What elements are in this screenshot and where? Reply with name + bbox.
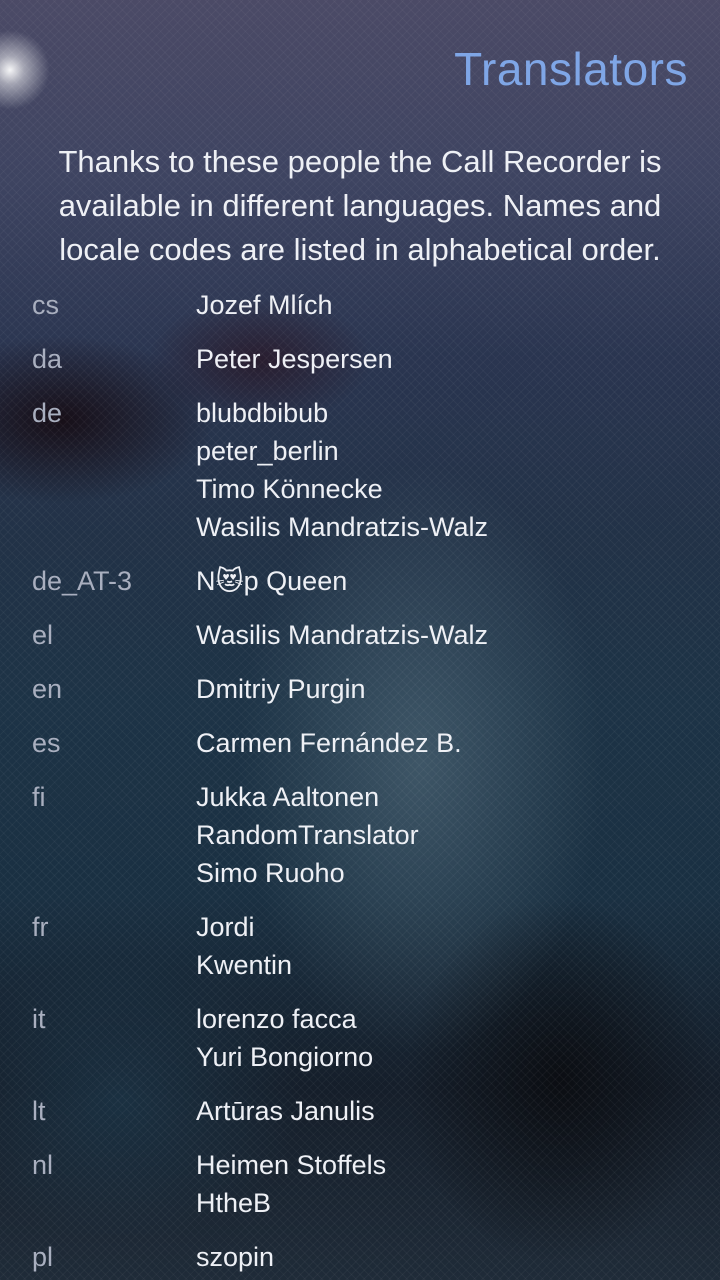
translator-name: Carmen Fernández B. xyxy=(196,728,462,758)
translator-row-pl: pl szopin xyxy=(0,1238,720,1280)
locale-code: lt xyxy=(32,1096,46,1126)
translator-name: Kwentin xyxy=(196,950,293,980)
translator-name: Artūras Janulis xyxy=(196,1096,375,1126)
locale-code: nl xyxy=(32,1150,54,1180)
translator-name: HtheB xyxy=(196,1188,272,1218)
locale-code: cs xyxy=(32,290,59,320)
translators-page[interactable]: Translators Thanks to these people the C… xyxy=(0,0,720,1280)
translator-row-el: el Wasilis Mandratzis-Walz xyxy=(0,616,720,670)
translator-row-it: it lorenzo facca Yuri Bongiorno xyxy=(0,1000,720,1092)
translator-name: Jukka Aaltonen xyxy=(196,782,380,812)
translator-name: peter_berlin xyxy=(196,436,339,466)
translator-name: Timo Könnecke xyxy=(196,474,383,504)
translator-name: Jozef Mlích xyxy=(196,290,333,320)
locale-code: de_AT-3 xyxy=(32,566,133,596)
translator-name: Yuri Bongiorno xyxy=(196,1042,374,1072)
locale-code: el xyxy=(32,620,54,650)
translator-name: szopin xyxy=(196,1242,275,1272)
locale-code: fi xyxy=(32,782,46,812)
translator-name: lorenzo facca xyxy=(196,1004,357,1034)
translator-row-de: de blubdbibub peter_berlin Timo Könnecke… xyxy=(0,394,720,562)
translator-name: Wasilis Mandratzis-Walz xyxy=(196,512,489,542)
locale-code: es xyxy=(32,728,61,758)
translator-row-da: da Peter Jespersen xyxy=(0,340,720,394)
translator-name: RandomTranslator xyxy=(196,820,419,850)
translator-name: blubdbibub xyxy=(196,398,329,428)
translator-name: N😻p Queen xyxy=(196,566,348,596)
translator-row-cs: cs Jozef Mlích xyxy=(0,286,720,340)
translator-row-nl: nl Heimen Stoffels HtheB xyxy=(0,1146,720,1238)
translator-name: Wasilis Mandratzis-Walz xyxy=(196,620,489,650)
locale-code: fr xyxy=(32,912,49,942)
translator-row-en: en Dmitriy Purgin xyxy=(0,670,720,724)
locale-code: da xyxy=(32,344,63,374)
translator-row-fr: fr Jordi Kwentin xyxy=(0,908,720,1000)
locale-code: it xyxy=(32,1004,46,1034)
translator-name: Jordi xyxy=(196,912,255,942)
translators-list[interactable]: cs Jozef Mlích da Peter Jespersen de blu… xyxy=(0,286,720,1280)
translator-name: Simo Ruoho xyxy=(196,858,345,888)
locale-code: pl xyxy=(32,1242,54,1272)
translator-row-es: es Carmen Fernández B. xyxy=(0,724,720,778)
translator-row-de-at-3: de_AT-3 N😻p Queen xyxy=(0,562,720,616)
translator-row-fi: fi Jukka Aaltonen RandomTranslator Simo … xyxy=(0,778,720,908)
locale-code: en xyxy=(32,674,63,704)
translator-name: Heimen Stoffels xyxy=(196,1150,387,1180)
intro-text: Thanks to these people the Call Recorder… xyxy=(58,144,662,267)
page-title: Translators xyxy=(454,43,688,95)
translator-name: Peter Jespersen xyxy=(196,344,393,374)
translator-row-lt: lt Artūras Janulis xyxy=(0,1092,720,1146)
translator-name: Dmitriy Purgin xyxy=(196,674,366,704)
locale-code: de xyxy=(32,398,63,428)
